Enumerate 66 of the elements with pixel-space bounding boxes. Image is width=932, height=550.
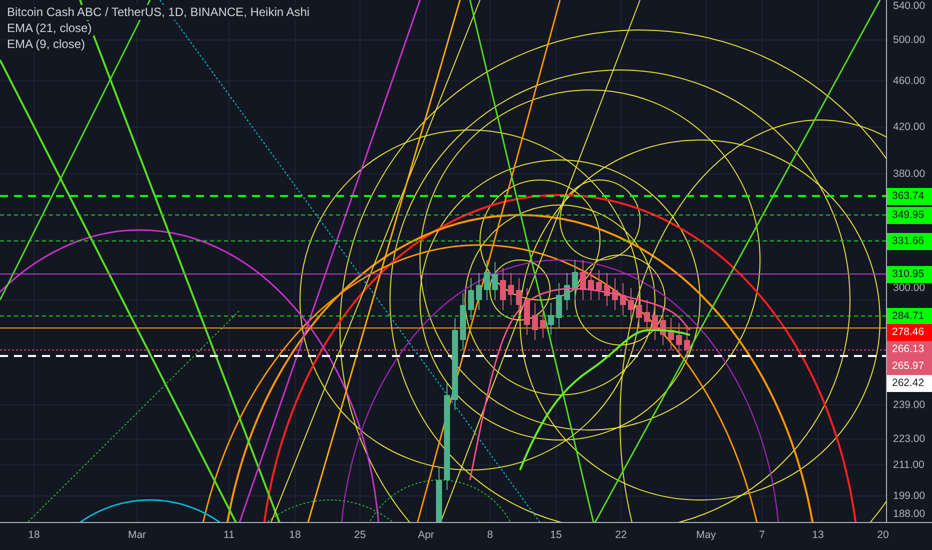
chart-title: Bitcoin Cash ABC / TetherUS, 1D, BINANCE, Heikin Ashi	[5, 5, 312, 20]
candlestick	[652, 302, 658, 340]
candlestick	[620, 282, 626, 316]
candlestick	[492, 262, 498, 300]
time-label: Apr	[418, 529, 434, 542]
price-label: 188.00	[893, 508, 926, 520]
candlestick	[676, 322, 682, 356]
candlestick	[524, 288, 530, 336]
candlestick	[684, 328, 690, 360]
time-label: 18	[289, 529, 301, 542]
time-label: 25	[354, 529, 366, 542]
price-label: 211.00	[893, 459, 924, 471]
candlestick	[580, 260, 586, 300]
candlestick	[548, 302, 554, 336]
price-tag: 278.46	[887, 324, 932, 341]
time-label: 18	[28, 529, 40, 542]
indicator-legend: EMA (21, close)	[5, 21, 94, 36]
time-label: 22	[615, 529, 627, 542]
candlestick	[508, 272, 514, 306]
candlestick	[628, 288, 634, 320]
time-label: 8	[487, 529, 493, 542]
price-tag: 349.95	[887, 207, 932, 224]
candlestick	[436, 468, 442, 522]
candlestick	[516, 278, 522, 316]
price-label: 300.00	[893, 282, 926, 294]
candlestick	[668, 318, 674, 350]
candlestick	[540, 308, 546, 338]
time-label: Mar	[128, 529, 146, 542]
price-label: 460.00	[893, 75, 926, 87]
time-label: 11	[224, 529, 234, 542]
candlestick	[612, 278, 618, 310]
candlestick	[476, 272, 482, 310]
candlestick	[532, 302, 538, 340]
candlestick	[660, 308, 666, 346]
price-label: 540.00	[893, 0, 926, 12]
candlestick	[604, 272, 610, 306]
time-label: May	[696, 529, 716, 542]
time-label: 20	[877, 529, 889, 542]
price-label: 223.00	[893, 433, 926, 445]
candlestick	[460, 292, 466, 350]
candlestick	[588, 268, 594, 300]
candlestick	[644, 300, 650, 332]
candlestick	[564, 272, 570, 310]
indicator-legend: EMA (9, close)	[5, 37, 88, 52]
price-label: 500.00	[893, 34, 926, 46]
price-label: 420.00	[893, 121, 926, 133]
price-tag: 284.71	[887, 308, 932, 325]
time-label: 15	[550, 529, 562, 542]
candlestick	[556, 282, 562, 328]
price-tag: 363.74	[887, 188, 932, 205]
candlestick	[468, 278, 474, 320]
candlestick	[484, 260, 490, 300]
candlestick	[596, 270, 602, 300]
price-tag: 331.66	[887, 233, 932, 250]
price-tag: 310.95	[887, 266, 932, 283]
price-tag: 262.42	[887, 375, 932, 392]
price-label: 199.00	[893, 490, 926, 502]
time-label: 7	[759, 529, 765, 542]
time-label: 13	[812, 529, 824, 542]
candlestick	[500, 268, 506, 310]
price-tag: 265.97	[887, 358, 932, 375]
price-label: 380.00	[893, 168, 926, 180]
candlestick	[636, 292, 642, 328]
price-tag: 266.13	[887, 341, 932, 358]
price-label: 239.00	[893, 399, 926, 411]
candlestick	[572, 260, 578, 300]
